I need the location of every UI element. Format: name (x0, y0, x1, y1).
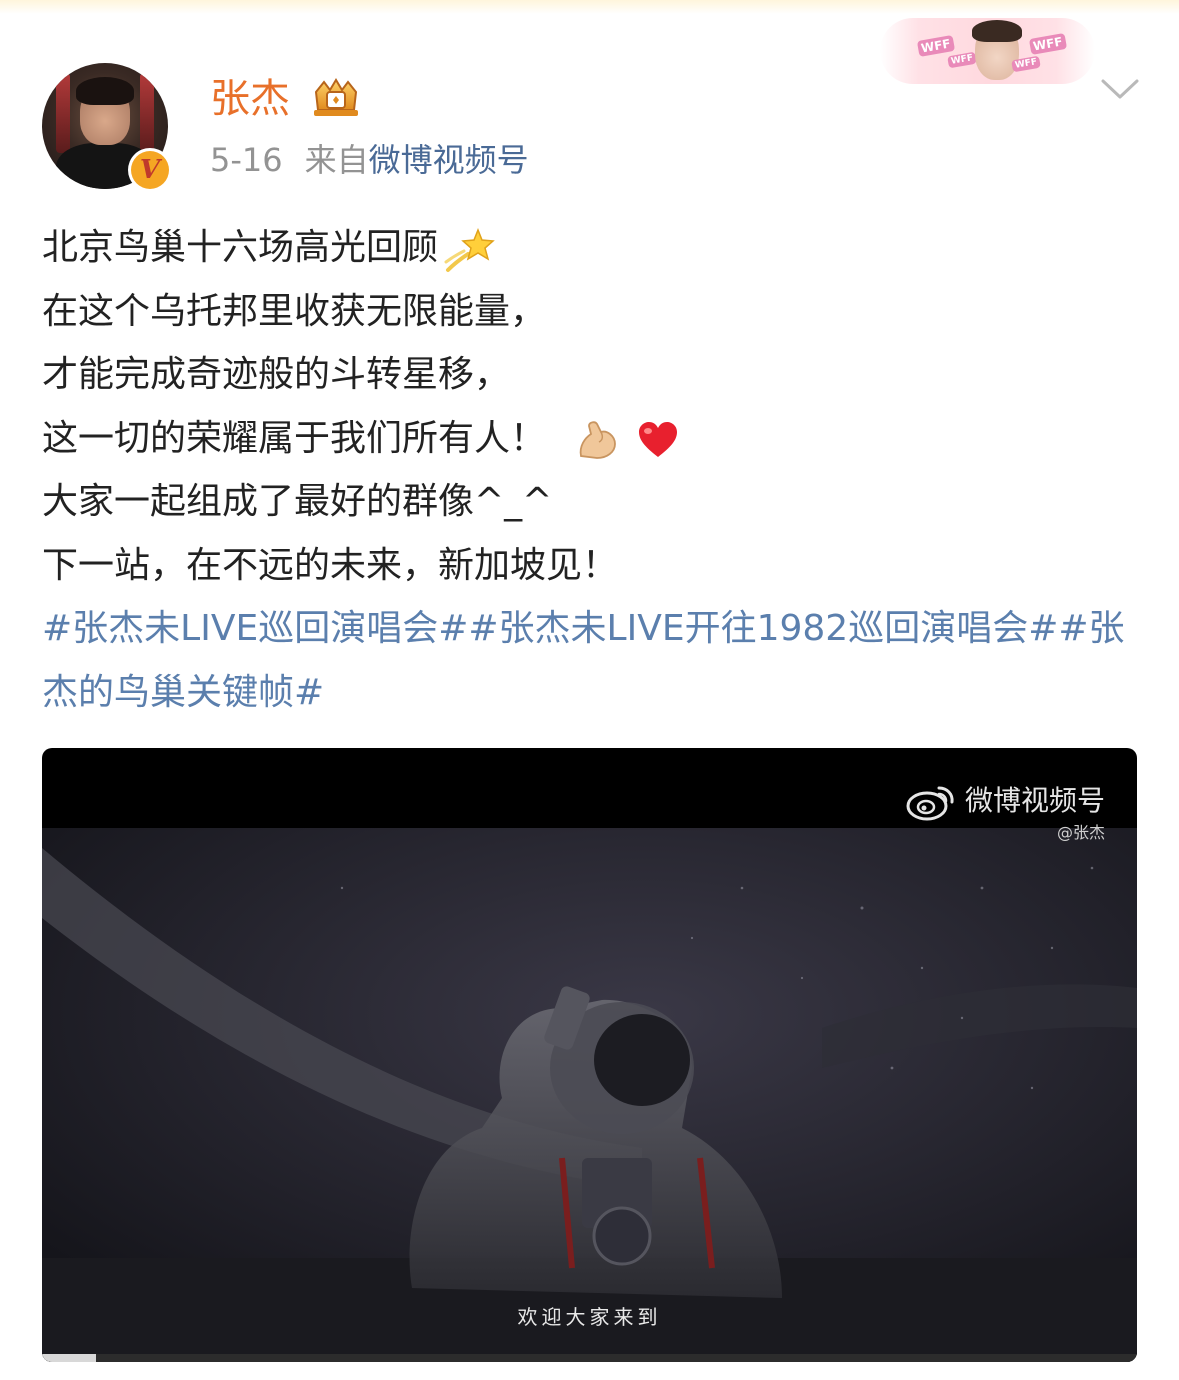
video-player[interactable]: 微博视频号 @张杰 欢迎大家来到 (42, 748, 1137, 1362)
post-line: 这一切的荣耀属于我们所有人！ (42, 407, 1142, 471)
verified-v-icon: V (131, 151, 169, 189)
video-subtitle: 欢迎大家来到 (517, 1305, 662, 1329)
video-progress-bar[interactable] (42, 1354, 1137, 1362)
source-link[interactable]: 微博视频号 (369, 141, 529, 179)
banner-hair (972, 20, 1022, 42)
top-glow (0, 0, 1179, 14)
avatar-pillar-right (140, 73, 154, 153)
post-line: 北京鸟巢十六场高光回顾 (42, 216, 1142, 280)
source-prefix: 来自 (304, 141, 369, 179)
username[interactable]: 张杰 (210, 72, 290, 126)
watermark-brand-row: 微博视频号 (905, 780, 1105, 822)
post-date: 5-16 (210, 141, 283, 179)
post-meta: 5-16 来自微博视频号 (210, 138, 529, 182)
post-line-text: 才能完成奇迹般的斗转星移， (42, 354, 511, 395)
hashtag-links[interactable]: #张杰未LIVE巡回演唱会##张杰未LIVE开往1982巡回演唱会##张杰的鸟巢… (42, 597, 1137, 724)
decorative-banner[interactable]: WFF WFF WFF WFF (880, 18, 1095, 84)
video-progress-fill (42, 1354, 96, 1362)
post-body: 北京鸟巢十六场高光回顾 在这个乌托邦里收获无限能量， 才能完成奇迹般的斗转星移，… (42, 216, 1142, 724)
post-line-text: 在这个乌托邦里收获无限能量， (42, 290, 547, 332)
verified-badge-icon: V (128, 148, 172, 192)
post-line-text: 北京鸟巢十六场高光回顾 (42, 227, 439, 268)
wff-tag-right: WFF (1028, 33, 1067, 55)
post-line-text: 这一切的荣耀属于我们所有人！ (42, 417, 547, 459)
wff-tag-left: WFF (916, 35, 955, 57)
watermark-handle: @张杰 (1056, 823, 1105, 842)
post-line: 在这个乌托邦里收获无限能量， (42, 280, 1142, 344)
weibo-logo-icon (906, 786, 954, 821)
post-line-text: 大家一起组成了最好的群像^_^ (42, 481, 553, 522)
red-heart-emoji (638, 421, 677, 457)
watermark-brand: 微博视频号 (964, 784, 1105, 817)
post-line-text: 下一站，在不远的未来，新加坡见！ (42, 544, 619, 586)
post-line: 才能完成奇迹般的斗转星移， (42, 343, 1142, 407)
flexed-biceps-emoji (580, 420, 617, 459)
video-scene-art (42, 828, 1137, 1362)
post-line: 下一站，在不远的未来，新加坡见！ (42, 534, 1142, 598)
chevron-down-icon[interactable] (1100, 76, 1140, 102)
avatar-hair (76, 77, 134, 105)
video-frame (42, 828, 1137, 1362)
wff-tag-left-small: WFF (947, 51, 978, 69)
crown-icon[interactable] (310, 76, 362, 120)
video-watermark: 微博视频号 @张杰 (905, 780, 1105, 844)
avatar-pillar-left (56, 73, 70, 153)
post-line: 大家一起组成了最好的群像^_^ (42, 470, 1142, 534)
dizzy-star-emoji (444, 227, 495, 272)
